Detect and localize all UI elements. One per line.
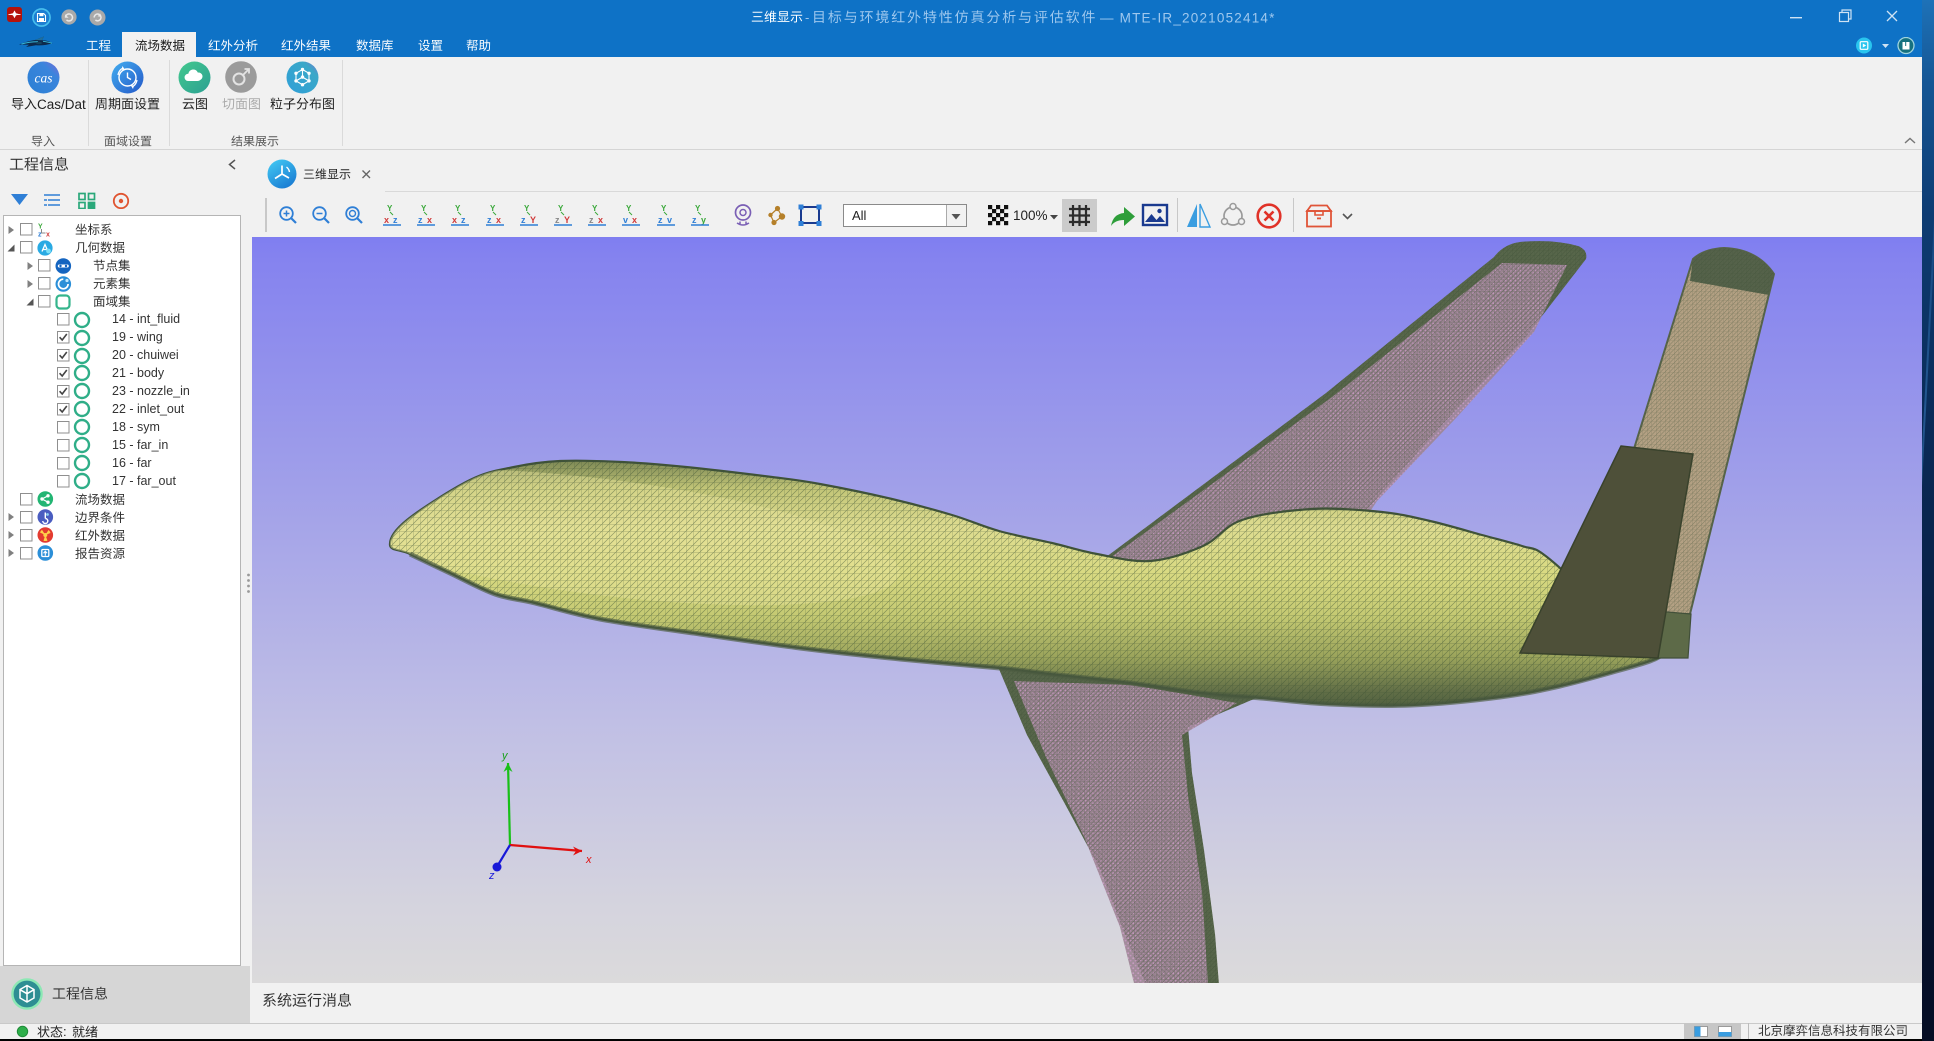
svg-text:z: z xyxy=(521,215,526,225)
svg-text:Y: Y xyxy=(558,204,564,213)
svg-text:— MTE-IR_2021052414*: — MTE-IR_2021052414* xyxy=(1100,11,1276,26)
svg-text:-: - xyxy=(805,10,809,25)
svg-text:x: x xyxy=(585,854,592,866)
svg-text:Y: Y xyxy=(661,204,667,213)
svg-text:Y: Y xyxy=(626,204,632,213)
svg-text:Y: Y xyxy=(387,204,393,213)
svg-text:Y: Y xyxy=(455,204,461,213)
svg-text:Y: Y xyxy=(695,204,701,213)
svg-text:z: z xyxy=(555,215,560,225)
svg-text:Y: Y xyxy=(564,215,570,225)
svg-text:cas: cas xyxy=(35,71,53,86)
svg-text:z: z xyxy=(589,215,594,225)
svg-text:z: z xyxy=(692,215,697,225)
svg-text:x: x xyxy=(496,215,501,225)
svg-text:Y: Y xyxy=(530,215,536,225)
svg-text:x: x xyxy=(452,215,457,225)
svg-text:z: z xyxy=(488,870,495,882)
svg-text:z: z xyxy=(418,215,423,225)
svg-text:y: y xyxy=(701,215,706,225)
svg-text:Y: Y xyxy=(421,204,427,213)
svg-text:x: x xyxy=(632,215,637,225)
svg-text:x: x xyxy=(598,215,603,225)
svg-text:z: z xyxy=(461,215,466,225)
svg-text:z: z xyxy=(658,215,663,225)
svg-text:z: z xyxy=(38,232,42,238)
svg-text:Y: Y xyxy=(490,204,496,213)
svg-text:v: v xyxy=(623,215,628,225)
svg-text:x: x xyxy=(427,215,432,225)
svg-text:z: z xyxy=(393,215,398,225)
svg-text:y: y xyxy=(501,750,509,762)
svg-text:Y: Y xyxy=(38,224,43,231)
svg-text:v: v xyxy=(667,215,672,225)
svg-text:Y: Y xyxy=(592,204,598,213)
svg-text:Y: Y xyxy=(524,204,530,213)
svg-text:z: z xyxy=(487,215,492,225)
svg-text:x: x xyxy=(384,215,389,225)
svg-text:x: x xyxy=(46,232,50,238)
